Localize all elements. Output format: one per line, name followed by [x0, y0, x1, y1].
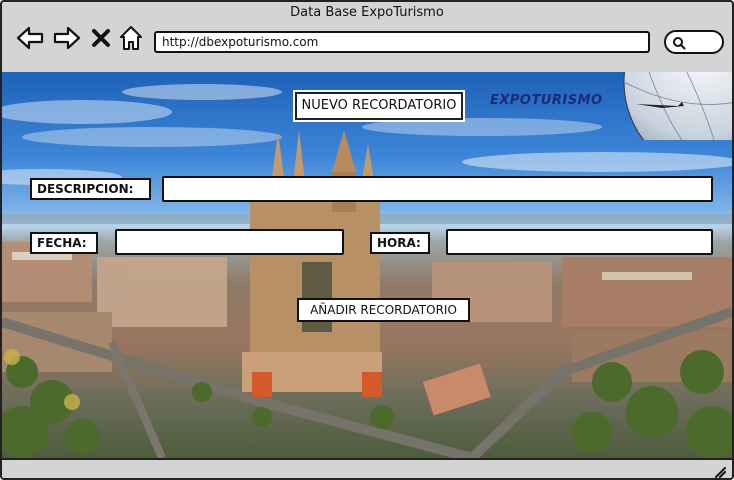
page-title: NUEVO RECORDATORIO — [295, 92, 463, 120]
search-icon — [673, 37, 686, 50]
page-content: EXPOTURISMO NUEVO RECORDATORIO DESCRIPCI… — [2, 72, 732, 458]
search-box[interactable] — [664, 30, 724, 54]
resize-grip-icon[interactable] — [712, 464, 726, 478]
window-title: Data Base ExpoTurismo — [290, 5, 444, 20]
x-icon — [92, 29, 110, 47]
arrow-right-icon — [53, 26, 81, 50]
browser-window: Data Base ExpoTurismo http://dbexpoturis… — [0, 0, 734, 480]
hora-input[interactable] — [446, 229, 713, 255]
descripcion-label: DESCRIPCION: — [30, 178, 151, 200]
home-icon — [120, 26, 142, 50]
globe-image — [623, 72, 732, 140]
stop-button[interactable] — [88, 24, 114, 52]
arrow-left-icon — [16, 26, 44, 50]
hora-label: HORA: — [370, 232, 430, 254]
back-button[interactable] — [15, 24, 45, 52]
home-button[interactable] — [118, 24, 144, 52]
forward-button[interactable] — [52, 24, 82, 52]
address-bar[interactable]: http://dbexpoturismo.com — [154, 31, 650, 53]
fecha-input[interactable] — [115, 229, 344, 255]
fecha-label: FECHA: — [30, 232, 98, 254]
add-reminder-button[interactable]: AÑADIR RECORDATORIO — [297, 298, 470, 322]
expoturismo-logo: EXPOTURISMO — [490, 93, 603, 108]
status-bar — [2, 458, 732, 478]
descripcion-input[interactable] — [162, 176, 713, 202]
